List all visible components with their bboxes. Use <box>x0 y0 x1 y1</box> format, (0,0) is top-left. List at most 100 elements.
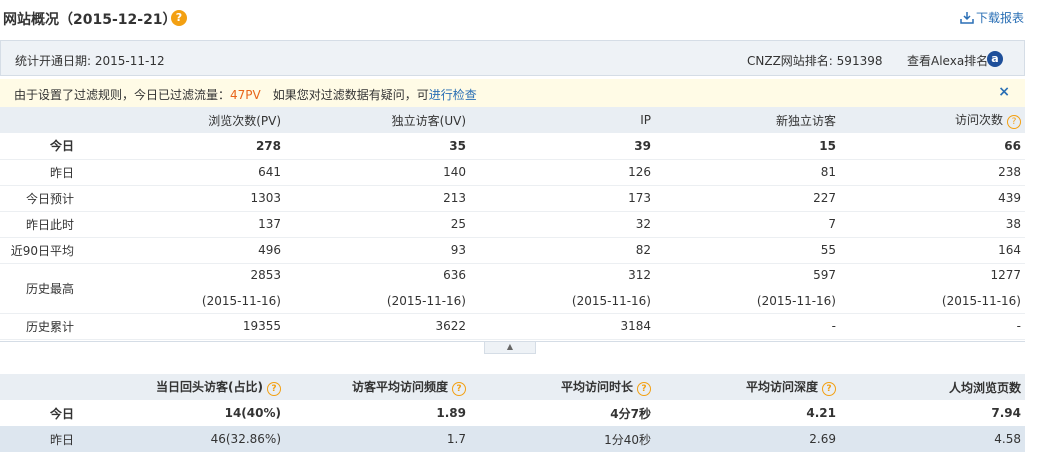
cell: 126 <box>470 159 655 186</box>
max-value: 597 <box>813 268 836 282</box>
row-label: 今日 <box>49 406 74 421</box>
header-ip: IP <box>640 113 651 127</box>
header-returning-label: 当日回头访客(占比) <box>156 380 263 394</box>
title-bar: 网站概况（2015-12-21） ? 下载报表 <box>0 0 1040 36</box>
cell: 4.58 <box>840 426 1025 452</box>
cell: - <box>840 313 1025 340</box>
page-title: 网站概况（2015-12-21） <box>3 12 177 28</box>
row-label: 昨日此时 <box>0 211 100 238</box>
cell: 25 <box>285 211 470 238</box>
max-value: 636 <box>443 268 466 282</box>
cell: 597 (2015-11-16) <box>655 263 840 314</box>
help-icon[interactable]: ? <box>822 382 836 396</box>
header-new-visitors: 新独立访客 <box>775 113 836 128</box>
cell: 93 <box>285 237 470 264</box>
cell: 66 <box>840 133 1025 160</box>
cell: 3622 <box>285 313 470 340</box>
table-header-row: 浏览次数(PV) 独立访客(UV) IP 新独立访客 访问次数? <box>0 107 1025 133</box>
cell: 39 <box>470 133 655 160</box>
table-header-row: 当日回头访客(占比)? 访客平均访问频度? 平均访问时长? 平均访问深度? 人均… <box>0 374 1025 400</box>
max-date: (2015-11-16) <box>756 294 836 308</box>
header-visits: 访问次数? <box>840 107 1025 133</box>
help-icon[interactable]: ? <box>267 382 281 396</box>
open-date-label: 统计开通日期: <box>15 54 92 68</box>
help-icon[interactable]: ? <box>452 382 466 396</box>
table-row-history-total: 历史累计 19355 3622 3184 - - <box>0 313 1025 340</box>
cell: 140 <box>285 159 470 186</box>
collapse-icon[interactable]: ▲ <box>484 342 536 354</box>
cell: - <box>655 313 840 340</box>
cell: 439 <box>840 185 1025 212</box>
row-label: 今日 <box>0 133 100 160</box>
max-date: (2015-11-16) <box>571 294 651 308</box>
row-label: 近90日平均 <box>0 237 100 264</box>
max-date: (2015-11-16) <box>201 294 281 308</box>
cell: 46(32.86%) <box>100 426 285 452</box>
help-icon[interactable]: ? <box>637 382 651 396</box>
cell: 641 <box>100 159 285 186</box>
cell: 213 <box>285 185 470 212</box>
cell: 7.94 <box>991 406 1021 420</box>
cell: 14(40%) <box>224 406 281 420</box>
cell: 1303 <box>100 185 285 212</box>
table-row: 今日 14(40%) 1.89 4分7秒 4.21 7.94 <box>0 400 1025 426</box>
table-row-history-max: 历史最高 2853 (2015-11-16) 636 (2015-11-16) 31… <box>0 263 1025 314</box>
close-icon[interactable]: × <box>998 84 1010 100</box>
download-icon <box>960 12 974 24</box>
cell: 4.21 <box>806 406 836 420</box>
cell: 81 <box>655 159 840 186</box>
row-label: 历史累计 <box>0 313 100 340</box>
filtered-amount: 47PV <box>230 88 261 102</box>
cell: 173 <box>470 185 655 212</box>
cell: 15 <box>655 133 840 160</box>
open-date-value: 2015-11-12 <box>94 54 165 68</box>
header-returning: 当日回头访客(占比)? <box>100 374 285 400</box>
download-label: 下载报表 <box>975 11 1024 25</box>
check-link[interactable]: 进行检查 <box>429 88 477 102</box>
download-report-button[interactable]: 下载报表 <box>960 9 1024 26</box>
cell: 2.69 <box>655 426 840 452</box>
table-row: 昨日 46(32.86%) 1.7 1分40秒 2.69 4.58 <box>0 426 1025 452</box>
cell: 55 <box>655 237 840 264</box>
header-pv: 浏览次数(PV) <box>208 113 281 128</box>
cell: 312 (2015-11-16) <box>470 263 655 314</box>
cell: 227 <box>655 185 840 212</box>
filter-notice: 由于设置了过滤规则，今日已过滤流量：47PV 如果您对过滤数据有疑问，可进行检查… <box>0 79 1025 108</box>
table-row: 今日 278 35 39 15 66 <box>0 133 1025 160</box>
header-label <box>0 374 100 400</box>
cell: 3184 <box>470 313 655 340</box>
max-value: 1277 <box>990 268 1021 282</box>
notice-prefix: 由于设置了过滤规则，今日已过滤流量： <box>14 88 231 102</box>
row-label: 历史最高 <box>0 263 100 314</box>
header-depth: 平均访问深度? <box>655 374 840 400</box>
table-row: 昨日 641 140 126 81 238 <box>0 159 1025 186</box>
notice-middle: 如果您对过滤数据有疑问，可 <box>260 88 429 102</box>
alexa-rank-link[interactable]: 查看Alexa排名 <box>907 52 988 69</box>
max-date: (2015-11-16) <box>941 294 1021 308</box>
cell: 164 <box>840 237 1025 264</box>
open-date: 统计开通日期: 2015-11-12 <box>15 52 165 69</box>
help-icon[interactable]: ? <box>171 10 187 26</box>
cell: 496 <box>100 237 285 264</box>
cell: 35 <box>285 133 470 160</box>
header-frequency: 访客平均访问频度? <box>285 374 470 400</box>
cell: 19355 <box>100 313 285 340</box>
max-value: 2853 <box>250 268 281 282</box>
alexa-icon[interactable]: a <box>987 51 1003 67</box>
header-visits-label: 访问次数 <box>954 113 1003 127</box>
table-row: 今日预计 1303 213 173 227 439 <box>0 185 1025 212</box>
rank-value: 591398 <box>836 54 883 68</box>
notice-text: 由于设置了过滤规则，今日已过滤流量：47PV 如果您对过滤数据有疑问，可进行检查 <box>14 86 477 103</box>
cell: 278 <box>100 133 285 160</box>
table-row: 近90日平均 496 93 82 55 164 <box>0 237 1025 264</box>
header-depth-label: 平均访问深度 <box>745 380 818 394</box>
row-label: 昨日 <box>0 426 100 452</box>
header-uv: 独立访客(UV) <box>391 113 466 128</box>
max-date: (2015-11-16) <box>386 294 466 308</box>
visitor-quality-table: 当日回头访客(占比)? 访客平均访问频度? 平均访问时长? 平均访问深度? 人均… <box>0 374 1025 452</box>
help-icon[interactable]: ? <box>1007 115 1021 129</box>
max-value: 312 <box>628 268 651 282</box>
cell: 636 (2015-11-16) <box>285 263 470 314</box>
row-label: 今日预计 <box>0 185 100 212</box>
cnzz-rank: CNZZ网站排名: 591398 <box>747 52 882 69</box>
